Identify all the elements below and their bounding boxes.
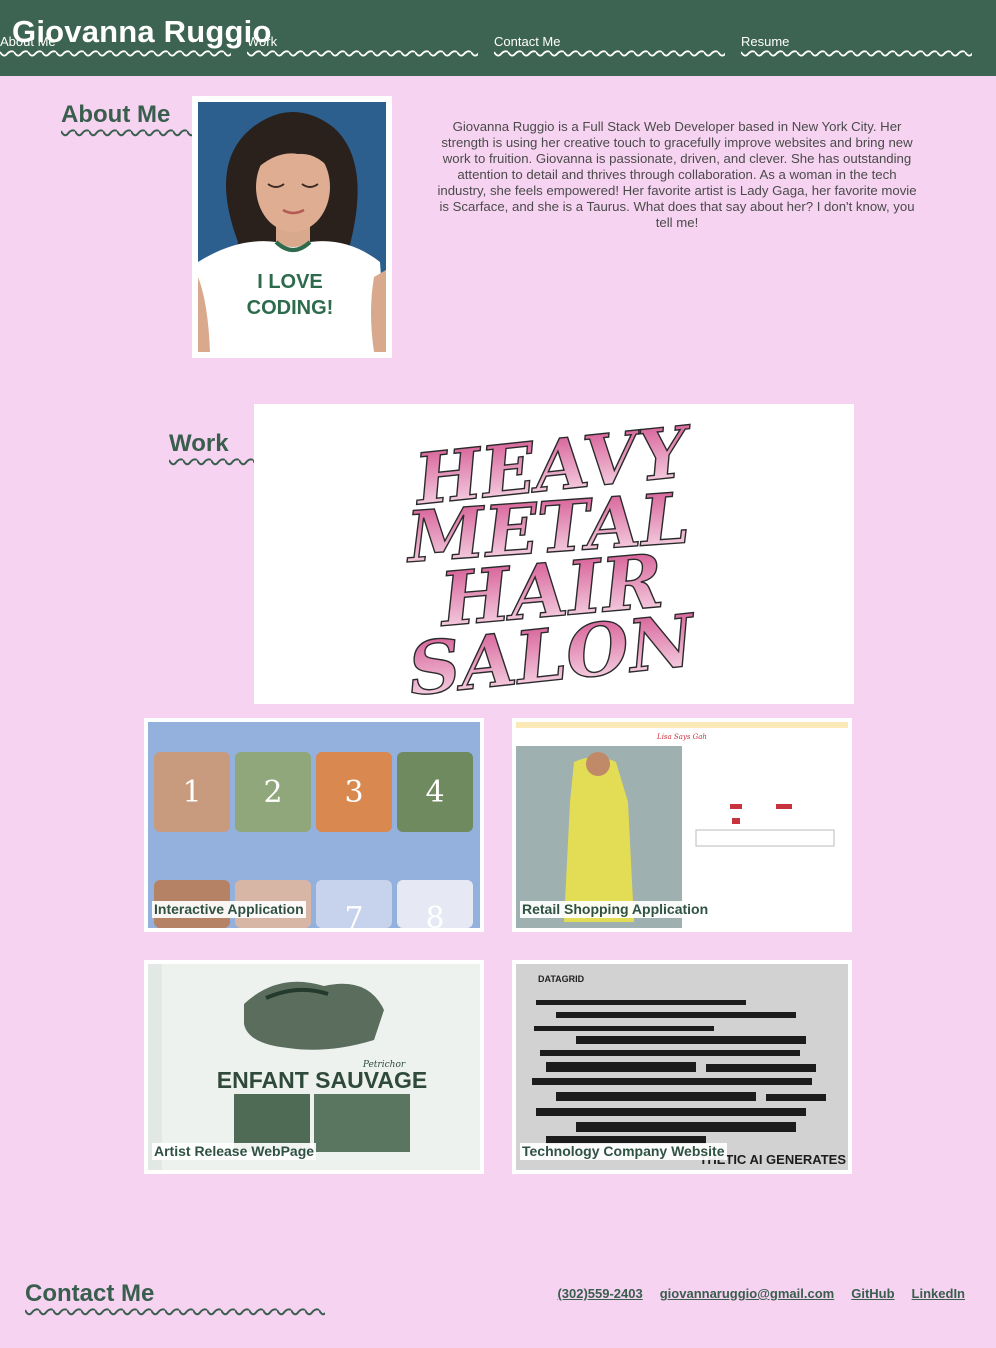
retail-app-screenshot: Lisa Says Gah (516, 722, 848, 928)
nav-contact-me[interactable]: Contact Me (494, 34, 725, 58)
project-thumbnail: Lisa Says Gah Retail Shopping Applicatio… (516, 722, 848, 928)
portrait-image: I LOVE CODING! (192, 96, 392, 358)
project-label: Interactive Application (152, 901, 306, 918)
slide-number: 1 (182, 775, 201, 810)
tech-site-screenshot: DATAGRID THETIC AI GENERATES (516, 964, 848, 1170)
main-nav: About Me Work Contact Me Resume (0, 34, 972, 58)
squiggle-underline-icon (247, 50, 478, 58)
project-card-retail-shopping-application[interactable]: Lisa Says Gah Retail Shopping Applicatio… (512, 718, 852, 932)
project-label: Artist Release WebPage (152, 1143, 317, 1160)
retail-brand: Lisa Says Gah (656, 733, 707, 741)
interactive-app-screenshot: 1 2 3 4 7 8 (148, 722, 480, 928)
project-thumbnail: Petrichor ENFANT SAUVAGE Artist Release … (148, 964, 480, 1170)
artist-page-screenshot: Petrichor ENFANT SAUVAGE (148, 964, 480, 1170)
artist-title: ENFANT SAUVAGE (217, 1067, 427, 1093)
slide-number: 3 (344, 775, 363, 810)
linkedin-link[interactable]: LinkedIn (912, 1286, 965, 1301)
portrait-illustration: I LOVE CODING! (198, 102, 386, 352)
email-link[interactable]: giovannaruggio@gmail.com (660, 1286, 834, 1301)
contact-heading-label: Contact Me (25, 1280, 155, 1307)
about-bio: Giovanna Ruggio is a Full Stack Web Deve… (437, 119, 917, 230)
slide-number: 2 (263, 775, 282, 810)
site-header: Giovanna Ruggio About Me Work Contact Me… (0, 0, 996, 76)
nav-contact-me-label: Contact Me (494, 34, 561, 49)
phone-link[interactable]: (302)559-2403 (557, 1286, 642, 1301)
nav-resume[interactable]: Resume (741, 34, 972, 58)
project-label: Retail Shopping Application (520, 901, 711, 918)
project-card-technology-company-website[interactable]: DATAGRID THETIC AI GENERATES Technology … (512, 960, 852, 1174)
hero-project-image[interactable]: HEAVY METAL HAIR SALON (254, 404, 854, 704)
nav-work[interactable]: Work (247, 34, 478, 58)
heavy-metal-hair-salon-logo: HEAVY METAL HAIR SALON (402, 409, 703, 704)
project-card-interactive-application[interactable]: 1 2 3 4 7 8 Interactive Application (144, 718, 484, 932)
slide-number: 7 (344, 901, 363, 928)
project-label: Technology Company Website (520, 1143, 727, 1160)
nav-about-me-label: About Me (0, 34, 56, 49)
github-link[interactable]: GitHub (851, 1286, 894, 1301)
portrait-shirt-text: I LOVE (257, 271, 323, 293)
project-thumbnail: 1 2 3 4 7 8 Interactive Application (148, 722, 480, 928)
nav-work-label: Work (247, 34, 278, 49)
squiggle-underline-icon (0, 50, 231, 58)
nav-about-me[interactable]: About Me (0, 34, 231, 58)
svg-text:CODING!: CODING! (247, 297, 334, 319)
project-card-artist-release-webpage[interactable]: Petrichor ENFANT SAUVAGE Artist Release … (144, 960, 484, 1174)
project-thumbnail: DATAGRID THETIC AI GENERATES Technology … (516, 964, 848, 1170)
tech-brand: DATAGRID (538, 974, 585, 984)
contact-links: (302)559-2403 giovannaruggio@gmail.com G… (557, 1286, 965, 1301)
contact-heading: Contact Me (25, 1280, 325, 1317)
squiggle-underline-icon (494, 50, 725, 58)
squiggle-underline-icon (25, 1308, 325, 1317)
squiggle-underline-icon (741, 50, 972, 58)
slide-number: 4 (425, 775, 444, 810)
slide-number: 8 (425, 901, 444, 928)
nav-resume-label: Resume (741, 34, 790, 49)
